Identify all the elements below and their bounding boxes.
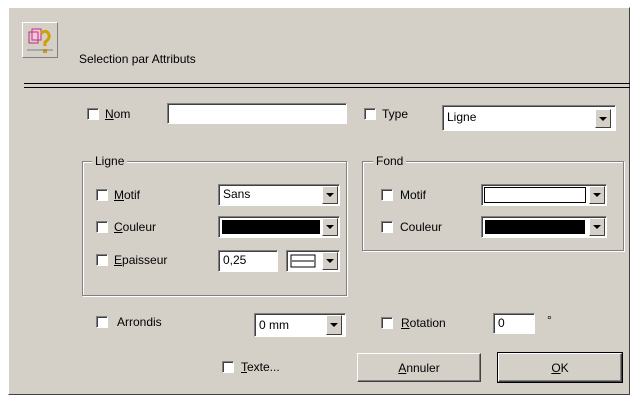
chevron-down-icon <box>326 259 334 263</box>
nom-checkbox[interactable] <box>87 108 99 120</box>
nom-input[interactable] <box>167 103 347 124</box>
fond-motif-swatch <box>484 187 586 203</box>
ligne-motif-label: Motif <box>114 188 141 202</box>
type-checkbox[interactable] <box>364 108 376 120</box>
header-separator-2 <box>24 87 630 88</box>
fond-motif-dropdown-button[interactable] <box>589 186 605 204</box>
chevron-down-icon <box>330 323 338 327</box>
type-select-value: Ligne <box>447 110 477 124</box>
fond-group-title: Fond <box>373 154 407 168</box>
rotation-label: Rotation <box>401 316 446 330</box>
ligne-couleur-checkbox[interactable] <box>96 221 108 233</box>
chevron-down-icon <box>599 116 607 121</box>
type-dropdown-button[interactable] <box>595 109 611 128</box>
ok-button[interactable]: OK <box>497 352 623 383</box>
arrondis-dropdown-button[interactable] <box>326 315 342 335</box>
arrondis-value: 0 mm <box>259 318 289 332</box>
ligne-couleur-dropdown-button[interactable] <box>322 218 338 236</box>
fond-couleur-checkbox[interactable] <box>381 221 393 233</box>
chevron-down-icon <box>593 193 601 197</box>
header-separator <box>24 83 630 84</box>
cancel-button[interactable]: Annuler <box>357 353 481 382</box>
ligne-epaisseur-label: Epaisseur <box>114 253 168 267</box>
rotation-input[interactable]: 0 <box>493 313 535 334</box>
ligne-motif-dropdown-button[interactable] <box>322 186 338 204</box>
texte-label: Texte... <box>241 360 280 374</box>
fond-motif-checkbox[interactable] <box>381 189 393 201</box>
query-icon <box>22 22 58 58</box>
rotation-unit: ° <box>547 313 552 327</box>
fond-couleur-dropdown-button[interactable] <box>589 218 605 236</box>
chevron-down-icon <box>326 193 334 197</box>
type-select[interactable]: Ligne <box>442 105 616 131</box>
chevron-down-icon <box>326 225 334 229</box>
ligne-epaisseur-input[interactable]: 0,25 <box>218 250 278 272</box>
ligne-style-dropdown-button[interactable] <box>322 252 338 270</box>
fond-motif-label: Motif <box>400 188 427 202</box>
fond-couleur-swatch <box>484 219 586 235</box>
arrondis-checkbox[interactable] <box>96 316 108 328</box>
ligne-motif-value: Sans <box>223 187 251 201</box>
line-style-icon <box>290 254 316 268</box>
ligne-couleur-swatch <box>221 219 321 235</box>
texte-checkbox[interactable] <box>222 361 234 373</box>
ligne-group-title: Ligne <box>92 154 128 168</box>
arrondis-label: Arrondis <box>117 315 162 329</box>
dialog-title: Selection par Attributs <box>79 52 196 66</box>
chevron-down-icon <box>593 225 601 229</box>
type-label: Type <box>382 107 409 121</box>
nom-label: Nom <box>105 107 131 121</box>
rotation-checkbox[interactable] <box>381 317 393 329</box>
ligne-motif-checkbox[interactable] <box>96 189 108 201</box>
fond-couleur-label: Couleur <box>400 220 443 234</box>
ligne-epaisseur-checkbox[interactable] <box>96 254 108 266</box>
ligne-couleur-label: Couleur <box>114 220 157 234</box>
